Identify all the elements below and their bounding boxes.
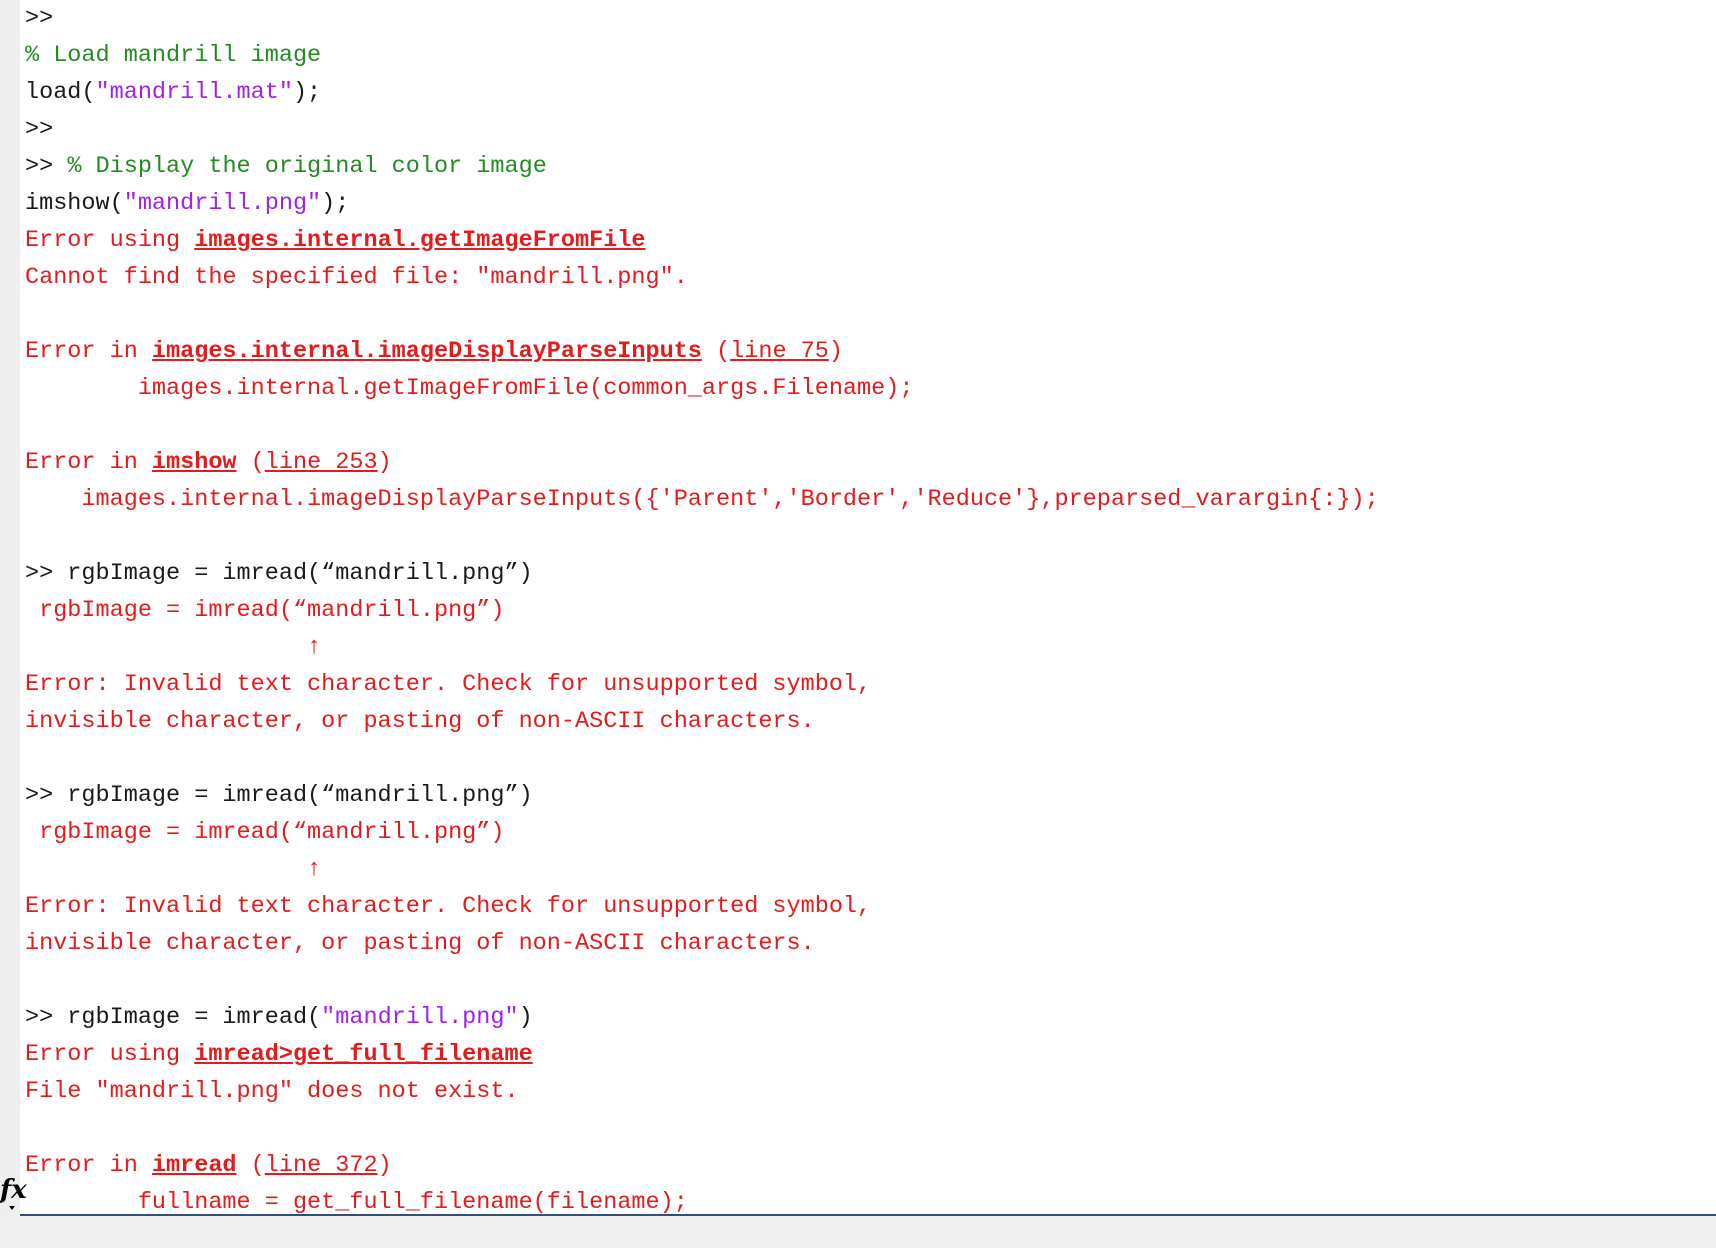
- error-line: Error in imshow (line 253): [25, 444, 1715, 481]
- string-literal: "mandrill.png": [123, 190, 322, 217]
- comment-line: >> % Display the original color image: [25, 148, 1715, 185]
- error-text: ): [828, 338, 843, 365]
- error-message: invisible character, or pasting of non-A…: [25, 708, 815, 735]
- error-function-link[interactable]: imread: [152, 1152, 237, 1179]
- error-line: Error in imread (line 372): [25, 1147, 1715, 1184]
- error-message: Error: Invalid text character. Check for…: [25, 671, 872, 698]
- command-text: );: [321, 190, 350, 217]
- error-echo-line: rgbImage = imread(“mandrill.png”): [25, 597, 505, 624]
- error-line: Error using images.internal.getImageFrom…: [25, 222, 1715, 259]
- command-window[interactable]: >> % Load mandrill image load("mandrill.…: [0, 0, 1716, 1216]
- error-source-line: images.internal.imageDisplayParseInputs(…: [25, 486, 1379, 513]
- string-literal: "mandrill.mat": [95, 79, 293, 106]
- error-line: Error using imread>get_full_filename: [25, 1036, 1715, 1073]
- command-text: load(: [25, 79, 96, 106]
- comment-line: % Load mandrill image: [25, 37, 1715, 74]
- error-text: (: [236, 1152, 265, 1179]
- prompt-line: >>: [25, 0, 1715, 37]
- error-source-line: fullname = get_full_filename(filename);: [25, 1189, 688, 1216]
- error-function-link[interactable]: imshow: [152, 449, 237, 476]
- command-line: load("mandrill.mat");: [25, 74, 1715, 111]
- command-line: >> rgbImage = imread("mandrill.png"): [25, 999, 1715, 1036]
- error-text: Error in: [25, 338, 152, 365]
- command-text: >> rgbImage = imread(: [25, 1004, 322, 1031]
- prompt: >>: [25, 116, 54, 143]
- command-text: imshow(: [25, 190, 124, 217]
- error-text: Error using: [25, 227, 195, 254]
- prompt: >>: [25, 153, 68, 180]
- error-message: Cannot find the specified file: "mandril…: [25, 264, 688, 291]
- error-source-line: images.internal.getImageFromFile(common_…: [25, 375, 914, 402]
- error-caret-arrow-icon: ↑: [25, 856, 322, 883]
- error-text: (: [701, 338, 731, 365]
- command-line-divider: [20, 1214, 1716, 1216]
- command-line: >> rgbImage = imread(“mandrill.png”): [25, 782, 533, 809]
- error-text: (: [236, 449, 265, 476]
- error-message: invisible character, or pasting of non-A…: [25, 930, 815, 957]
- error-function-link[interactable]: images.internal.getImageFromFile: [194, 227, 645, 254]
- comment-text: % Load mandrill image: [25, 42, 322, 69]
- error-text: Error in: [25, 1152, 152, 1179]
- gutter: [0, 0, 20, 1216]
- console-output: >> % Load mandrill image load("mandrill.…: [25, 0, 1715, 1216]
- command-text: );: [292, 79, 322, 106]
- error-text: ): [377, 1152, 392, 1179]
- command-text: ): [518, 1004, 533, 1031]
- prompt: >>: [25, 5, 54, 32]
- line-number-link[interactable]: line 372: [265, 1152, 378, 1179]
- error-caret-arrow-icon: ↑: [25, 634, 322, 661]
- error-text: Error in: [25, 449, 152, 476]
- line-number-link[interactable]: line 253: [265, 449, 378, 476]
- command-line: >> rgbImage = imread(“mandrill.png”): [25, 560, 533, 587]
- error-echo-line: rgbImage = imread(“mandrill.png”): [25, 819, 505, 846]
- error-message: File "mandrill.png" does not exist.: [25, 1078, 519, 1105]
- prompt-line: >>: [25, 111, 1715, 148]
- error-function-link[interactable]: imread>get_full_filename: [194, 1041, 532, 1068]
- line-number-link[interactable]: line 75: [730, 338, 829, 365]
- comment-text: % Display the original color image: [67, 153, 547, 180]
- error-text: Error using: [25, 1041, 195, 1068]
- command-line: imshow("mandrill.png");: [25, 185, 1715, 222]
- error-line: Error in images.internal.imageDisplayPar…: [25, 333, 1715, 370]
- error-function-link[interactable]: images.internal.imageDisplayParseInputs: [152, 338, 702, 365]
- function-browser-fx-icon[interactable]: fx: [0, 1175, 27, 1210]
- error-text: ): [377, 449, 392, 476]
- error-message: Error: Invalid text character. Check for…: [25, 893, 872, 920]
- string-literal: "mandrill.png": [321, 1004, 519, 1031]
